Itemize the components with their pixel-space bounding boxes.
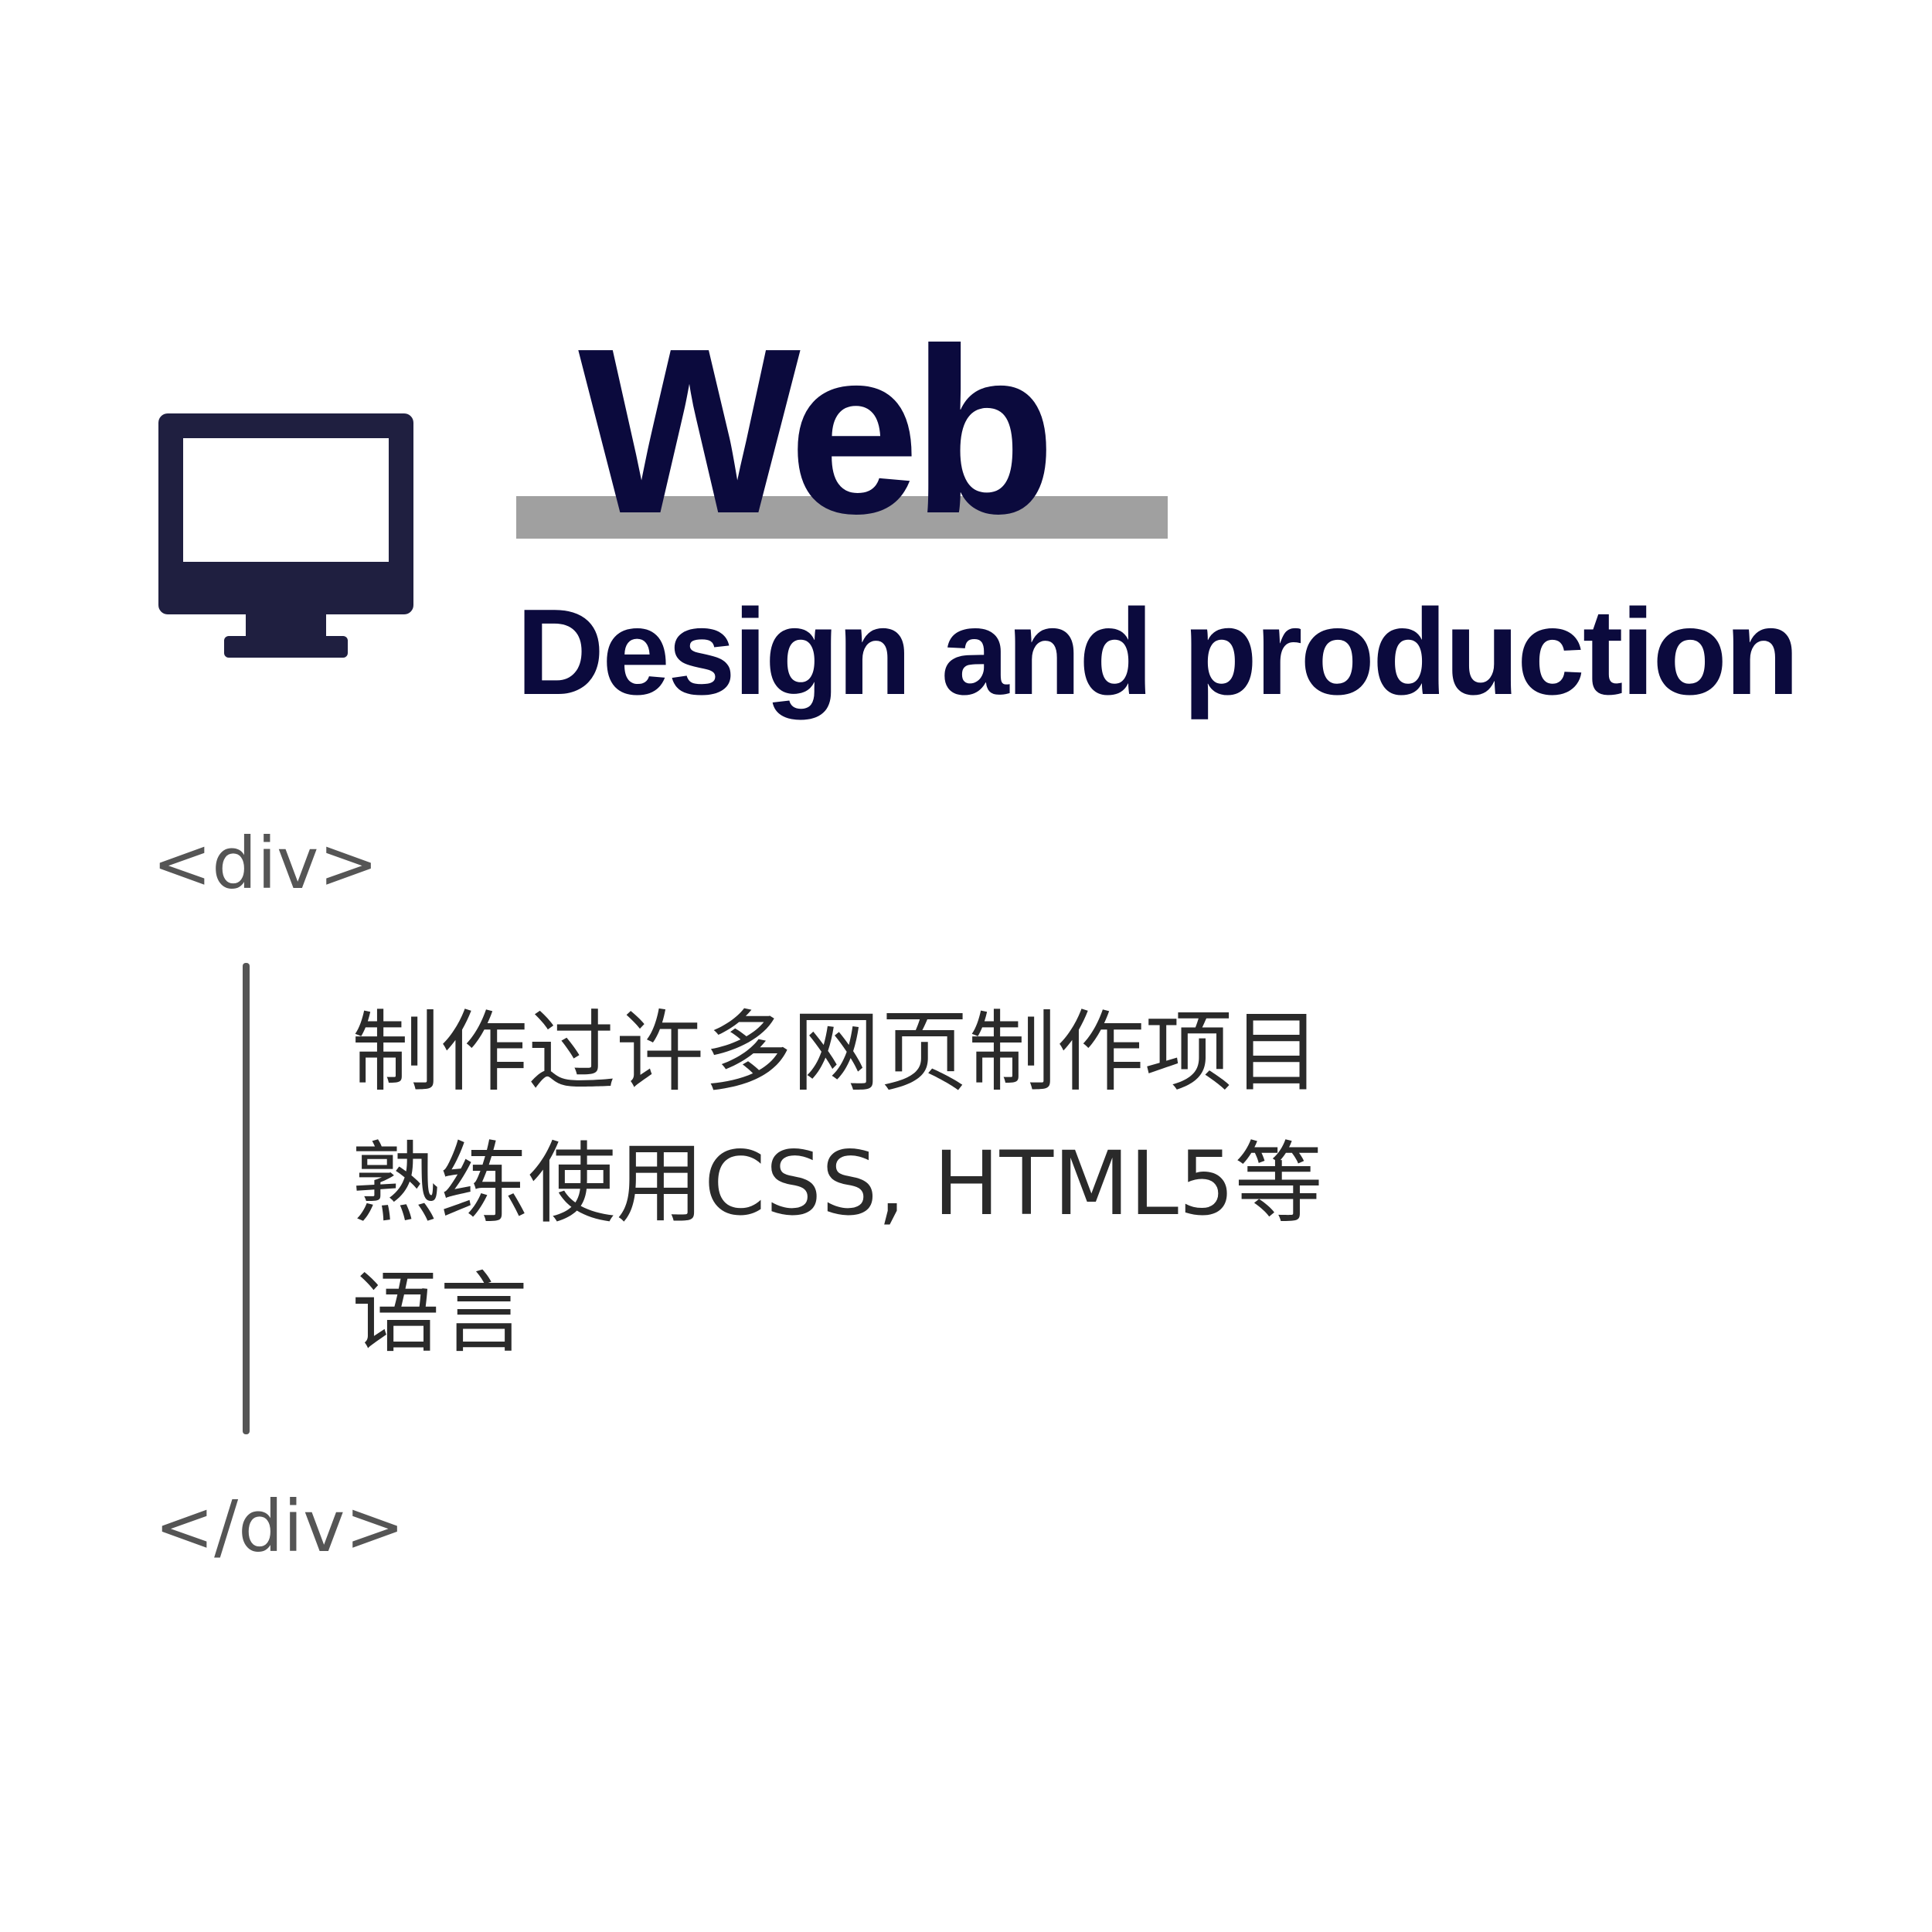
close-div-tag: </div> <box>155 1485 405 1568</box>
description-line-2: 熟练使用CSS, HTML5等 <box>352 1132 1323 1235</box>
open-div-tag: <div> <box>152 822 379 905</box>
page-subtitle: Design and production <box>516 584 1799 720</box>
canvas: Web Design and production <div> 制作过许多网页制… <box>0 0 1932 1932</box>
description-line-3: 语言 <box>352 1262 529 1365</box>
code-block-line <box>243 963 250 1434</box>
description-line-1: 制作过许多网页制作项目 <box>352 1001 1321 1104</box>
page-title: Web <box>578 299 1056 563</box>
monitor-icon <box>158 413 413 658</box>
